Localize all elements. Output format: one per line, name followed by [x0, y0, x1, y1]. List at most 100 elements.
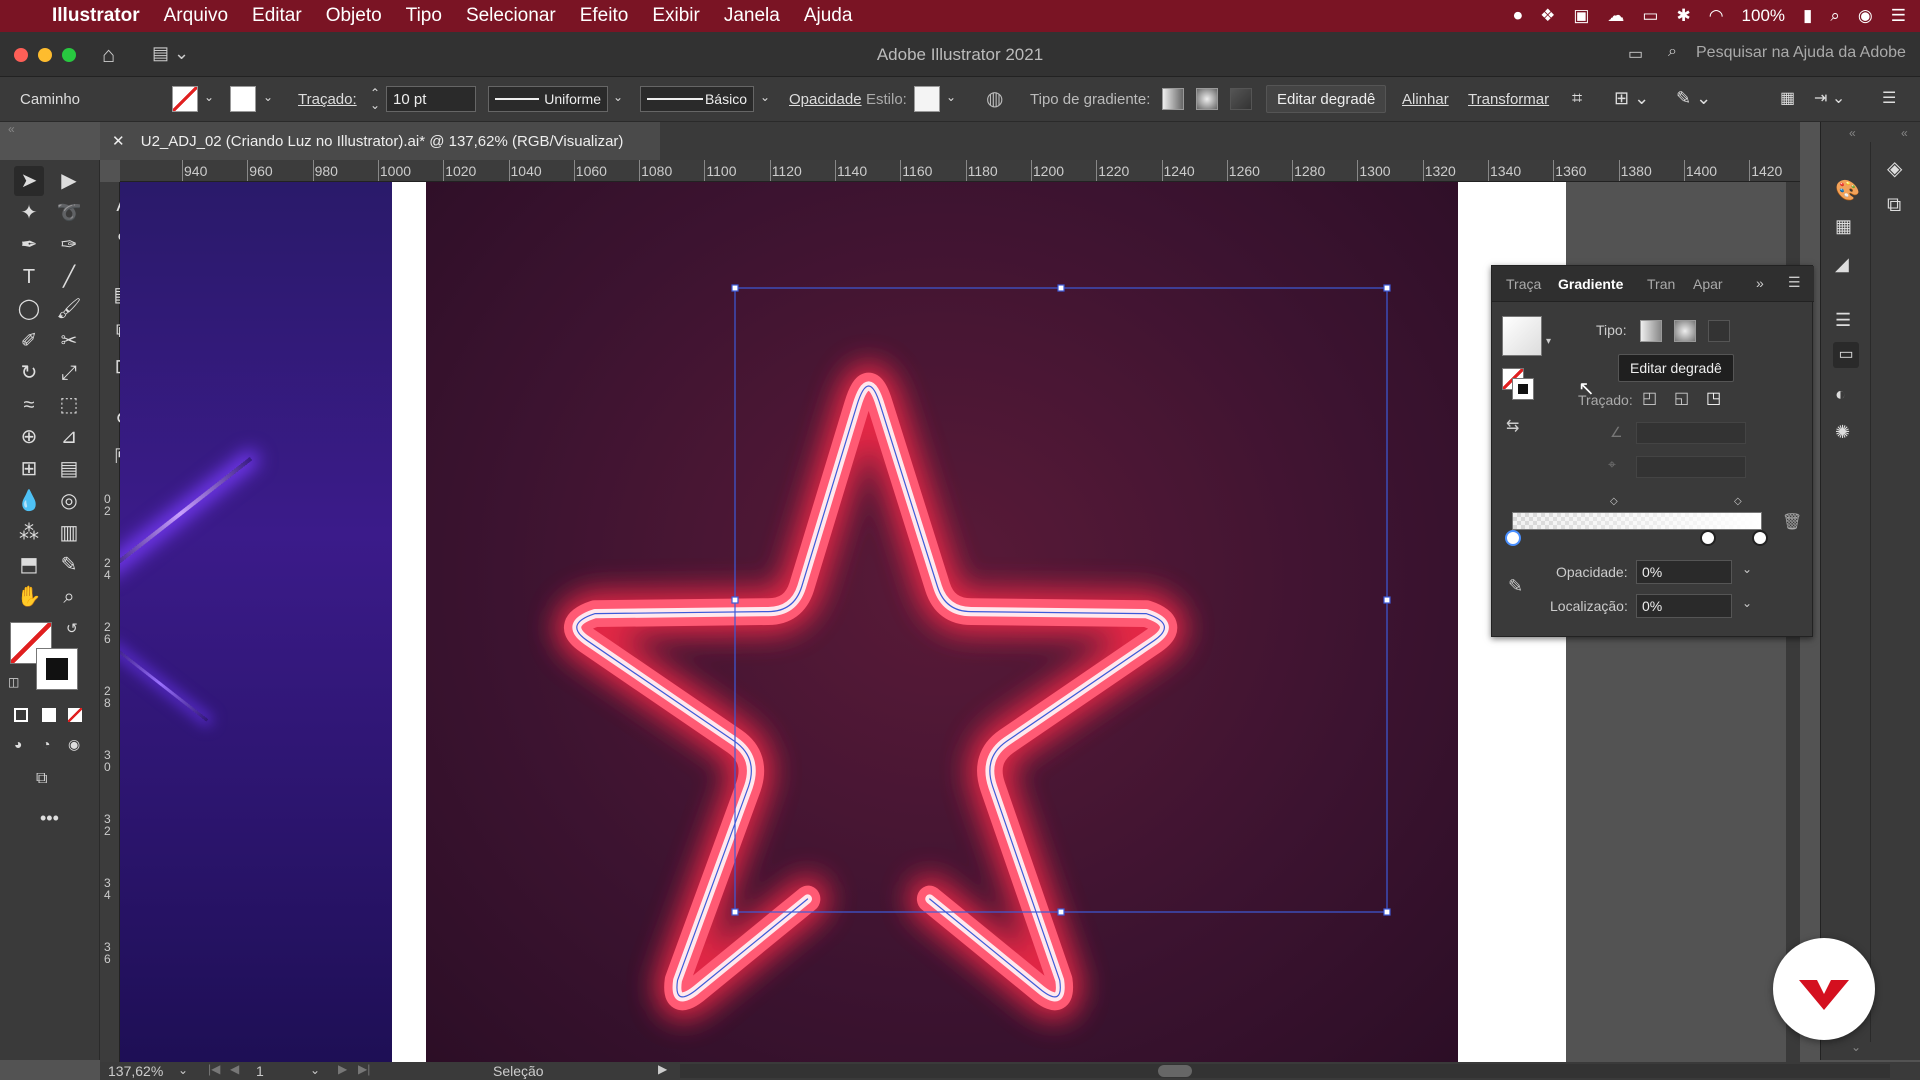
draw-inside-icon[interactable]: ◉: [68, 736, 80, 753]
control-bar-menu-icon[interactable]: ☰: [1882, 88, 1896, 108]
handle-top-left[interactable]: [731, 284, 739, 292]
gradient-eyedropper-icon[interactable]: ✎: [1508, 576, 1523, 597]
stroke-weight-field[interactable]: 10 pt: [386, 86, 476, 112]
opacity-link[interactable]: Opacidade: [789, 91, 862, 108]
opacity-field[interactable]: 0%: [1636, 560, 1732, 584]
direct-selection-tool-icon[interactable]: ▶: [54, 166, 84, 196]
handle-middle-right[interactable]: [1383, 596, 1391, 604]
ellipse-tool-icon[interactable]: ◯: [14, 294, 44, 324]
gradient-stop-middle[interactable]: [1700, 530, 1716, 546]
pen-tool-icon[interactable]: ✒: [14, 230, 44, 260]
stroke-profile-dropdown-icon[interactable]: ⌄: [613, 90, 623, 104]
column-graph-tool-icon[interactable]: ▥: [54, 518, 84, 548]
brush-dropdown-icon[interactable]: ⌄: [760, 90, 770, 104]
status-menu-icon[interactable]: ▶: [658, 1062, 667, 1076]
cloud-icon[interactable]: ☁: [1607, 6, 1624, 26]
mesh-tool-icon[interactable]: ⊞: [14, 454, 44, 484]
tab-transparency[interactable]: Tran: [1647, 276, 1675, 292]
battery-icon[interactable]: ▮: [1803, 6, 1812, 26]
menu-efeito[interactable]: Efeito: [580, 5, 629, 27]
rotate-tool-icon[interactable]: ↻: [14, 358, 44, 388]
transform-link[interactable]: Transformar: [1468, 91, 1549, 108]
horizontal-ruler[interactable]: 940 960 980 1000 1020 1040 1060 1080 1100 1120 114…: [120, 160, 1800, 182]
stroke-across-icon[interactable]: ◳: [1706, 388, 1721, 408]
zoom-tool-icon[interactable]: ⌕: [54, 582, 84, 612]
dock-scroll-down-icon[interactable]: ⌄: [1851, 1040, 1861, 1054]
color-guide-icon[interactable]: 🎨: [1835, 178, 1860, 203]
menu-ajuda[interactable]: Ajuda: [804, 5, 853, 27]
handle-bottom-right[interactable]: [1383, 908, 1391, 916]
slice-tool-icon[interactable]: ✎: [54, 550, 84, 580]
menu-editar[interactable]: Editar: [252, 5, 302, 27]
selection-tool-icon[interactable]: ➤: [14, 166, 44, 196]
midpoint-right-icon[interactable]: ◇: [1734, 496, 1742, 507]
color-mode-icon[interactable]: [14, 708, 28, 722]
edit-gradient-button[interactable]: Editar degradê: [1266, 85, 1387, 113]
gradient-stop-right[interactable]: [1752, 530, 1768, 546]
gradient-stroke-box[interactable]: [1512, 378, 1534, 400]
handle-middle-left[interactable]: [731, 596, 739, 604]
gradient-slider[interactable]: [1512, 512, 1762, 530]
collapse-dock-left-icon[interactable]: «: [1849, 126, 1856, 140]
menu-janela[interactable]: Janela: [724, 5, 780, 27]
first-artboard-icon[interactable]: |◀: [208, 1062, 220, 1076]
zoom-level[interactable]: 137,62%: [108, 1063, 163, 1079]
scale-tool-icon[interactable]: ⤢: [54, 358, 84, 388]
appearance-panel-icon[interactable]: ✺: [1835, 422, 1850, 443]
last-artboard-icon[interactable]: ▶|: [358, 1062, 370, 1076]
shape-builder-tool-icon[interactable]: ⊕: [14, 422, 44, 452]
next-artboard-icon[interactable]: ▶: [338, 1062, 347, 1076]
stroke-along-icon[interactable]: ◱: [1674, 388, 1689, 408]
stroke-within-icon[interactable]: ◰: [1642, 388, 1657, 408]
tab-stroke[interactable]: Traça: [1506, 276, 1541, 292]
align-options-icon[interactable]: ⊞ ⌄: [1614, 88, 1649, 109]
align-link[interactable]: Alinhar: [1402, 91, 1449, 108]
blend-tool-icon[interactable]: ◎: [54, 486, 84, 516]
menu-exibir[interactable]: Exibir: [652, 5, 700, 27]
gradient-tool-icon[interactable]: ▤: [54, 454, 84, 484]
vertical-ruler[interactable]: 0224262830323436: [100, 182, 120, 1062]
tab-appearance[interactable]: Apar: [1693, 276, 1723, 292]
linear-type-button[interactable]: [1640, 320, 1662, 342]
zoom-dropdown-icon[interactable]: ⌄: [178, 1063, 188, 1077]
horizontal-scrollbar[interactable]: [680, 1064, 1890, 1078]
width-tool-icon[interactable]: ≈: [14, 390, 44, 420]
stroke-stepper-icon[interactable]: ⌃ ⌄: [370, 87, 380, 111]
gradient-preview-swatch[interactable]: [1502, 316, 1542, 356]
handle-bottom-center[interactable]: [1057, 908, 1065, 916]
panel-options-icon[interactable]: ☰: [1788, 274, 1801, 291]
hand-tool-icon[interactable]: ✋: [14, 582, 44, 612]
radial-type-button[interactable]: [1674, 320, 1696, 342]
curvature-tool-icon[interactable]: ✑: [54, 230, 84, 260]
menu-app-name[interactable]: Illustrator: [52, 5, 140, 27]
midpoint-left-icon[interactable]: ◇: [1610, 496, 1618, 507]
shaper-tool-icon[interactable]: ✐: [14, 326, 44, 356]
expand-panel-icon[interactable]: »: [1756, 275, 1764, 291]
style-swatch[interactable]: [914, 86, 940, 112]
magic-wand-tool-icon[interactable]: ✦: [14, 198, 44, 228]
location-field[interactable]: 0%: [1636, 594, 1732, 618]
screen-icon[interactable]: ▭: [1642, 6, 1658, 26]
gradient-fill-stroke-swatch[interactable]: [1502, 368, 1534, 400]
gradient-mode-icon[interactable]: [42, 708, 56, 722]
opacity-dropdown-icon[interactable]: ⌄: [1742, 562, 1752, 576]
eyedropper-tool-icon[interactable]: 💧: [14, 486, 44, 516]
stroke-panel-icon[interactable]: ☰: [1835, 310, 1851, 331]
menu-arquivo[interactable]: Arquivo: [164, 5, 228, 27]
artboards-panel-icon[interactable]: ⧉: [1887, 194, 1901, 217]
siri-icon[interactable]: ◉: [1858, 6, 1873, 26]
collapse-dock-right-icon[interactable]: «: [1901, 126, 1908, 140]
linear-gradient-button[interactable]: [1162, 88, 1184, 110]
swap-fill-stroke-icon[interactable]: ↺: [66, 620, 78, 637]
panel-menu-icon[interactable]: ⇥ ⌄: [1814, 88, 1845, 108]
horizontal-scrollbar-thumb[interactable]: [1158, 1065, 1192, 1077]
puppet-warp-icon[interactable]: ✎ ⌄: [1676, 88, 1711, 109]
fill-dropdown-icon[interactable]: ⌄: [204, 90, 214, 104]
document-tab[interactable]: ✕ U2_ADJ_02 (Criando Luz no Illustrator)…: [100, 122, 660, 160]
bluetooth-icon[interactable]: ✱: [1676, 6, 1690, 26]
stroke-dropdown-icon[interactable]: ⌄: [263, 90, 273, 104]
stroke-label[interactable]: Traçado:: [298, 91, 357, 108]
layers-panel-icon[interactable]: ◈: [1887, 156, 1902, 181]
freeform-type-button[interactable]: [1708, 320, 1730, 342]
gradient-preset-dropdown-icon[interactable]: ▾: [1546, 336, 1551, 347]
